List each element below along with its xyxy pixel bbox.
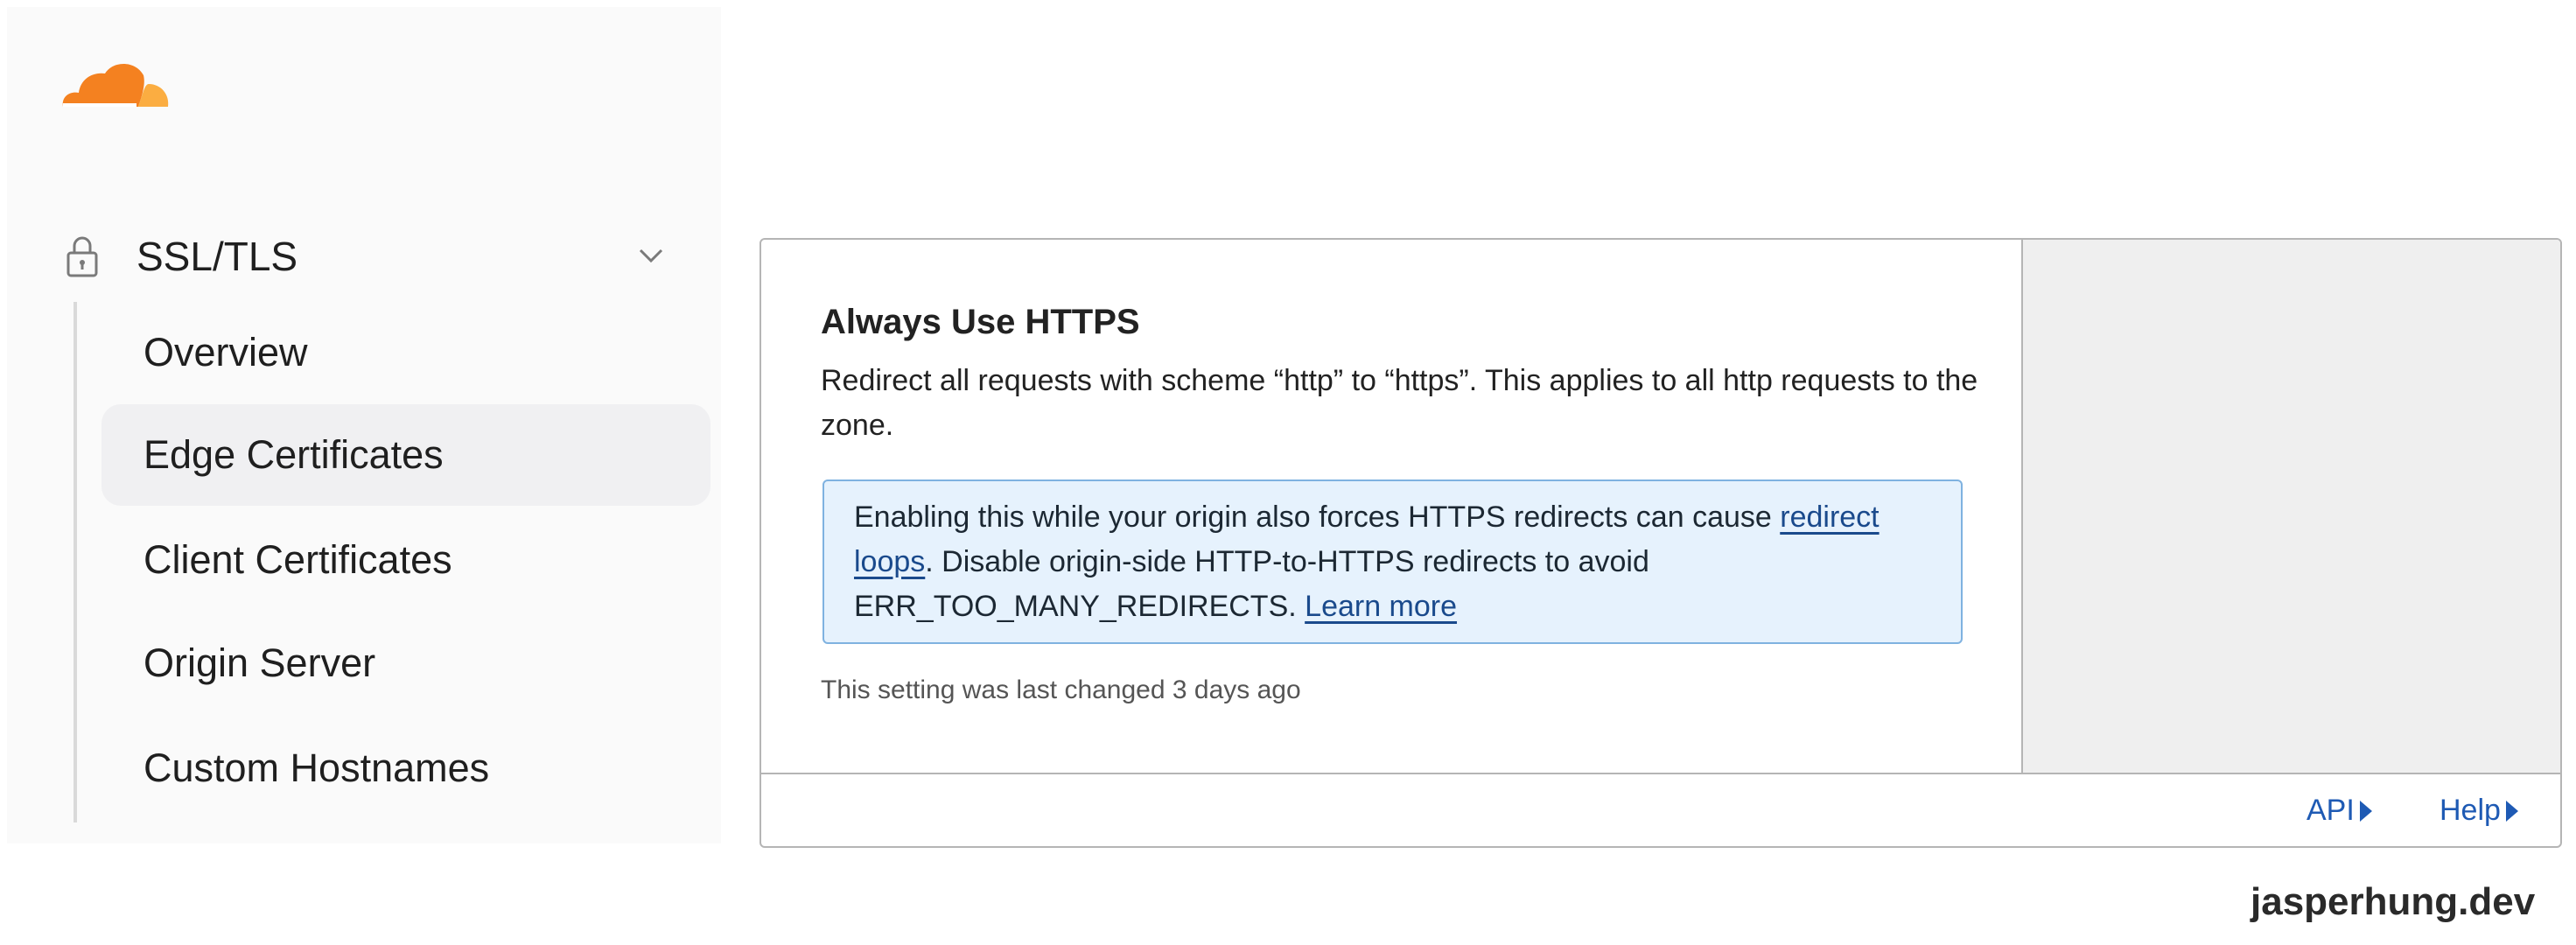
- callout-text: Enabling this while your origin also for…: [854, 500, 1781, 534]
- callout-text: . Disable origin-side HTTP-to-HTTPS redi…: [854, 545, 1649, 623]
- card-footer: API Help: [761, 773, 2560, 846]
- help-link[interactable]: Help: [2440, 794, 2518, 828]
- sidebar-item-overview[interactable]: Overview: [102, 302, 710, 403]
- caret-right-icon: [2359, 800, 2372, 822]
- card-title: Always Use HTTPS: [821, 303, 1140, 341]
- sidebar-item-label: Client Certificates: [144, 537, 452, 582]
- sidebar-item-label: Origin Server: [144, 640, 376, 685]
- info-callout: Enabling this while your origin also for…: [822, 480, 1963, 644]
- api-link-label: API: [2306, 794, 2355, 827]
- sidebar-item-client-certificates[interactable]: Client Certificates: [102, 509, 710, 611]
- sidebar-item-custom-hostnames[interactable]: Custom Hostnames: [102, 718, 710, 819]
- card-description: Redirect all requests with scheme “http”…: [821, 364, 1978, 442]
- watermark: jasperhung.dev: [2250, 880, 2536, 923]
- last-changed-text: This setting was last changed 3 days ago: [821, 676, 1301, 704]
- nav-section-ssl-tls[interactable]: SSL/TLS: [56, 226, 686, 287]
- sidebar-item-label: Overview: [144, 330, 308, 374]
- cloudflare-logo[interactable]: [58, 52, 172, 114]
- card-control-panel: [2021, 240, 2560, 773]
- lock-icon: [66, 236, 98, 277]
- card-content: Always Use HTTPS Redirect all requests w…: [761, 240, 2021, 773]
- caret-right-icon: [2505, 800, 2518, 822]
- section-label: SSL/TLS: [136, 234, 298, 279]
- sidebar-item-edge-certificates[interactable]: Edge Certificates: [102, 404, 710, 506]
- sidebar-item-label: Edge Certificates: [144, 432, 444, 477]
- sidebar: SSL/TLS Overview Edge Certificates Clien…: [7, 7, 721, 844]
- chevron-down-icon[interactable]: [634, 238, 668, 273]
- sidebar-item-label: Custom Hostnames: [144, 746, 490, 790]
- help-link-label: Help: [2440, 794, 2501, 827]
- nav-tree-line: [74, 302, 77, 822]
- sidebar-item-origin-server[interactable]: Origin Server: [102, 612, 710, 714]
- always-use-https-card: Always Use HTTPS Redirect all requests w…: [760, 238, 2562, 848]
- api-link[interactable]: API: [2306, 794, 2372, 828]
- learn-more-link[interactable]: Learn more: [1305, 590, 1457, 623]
